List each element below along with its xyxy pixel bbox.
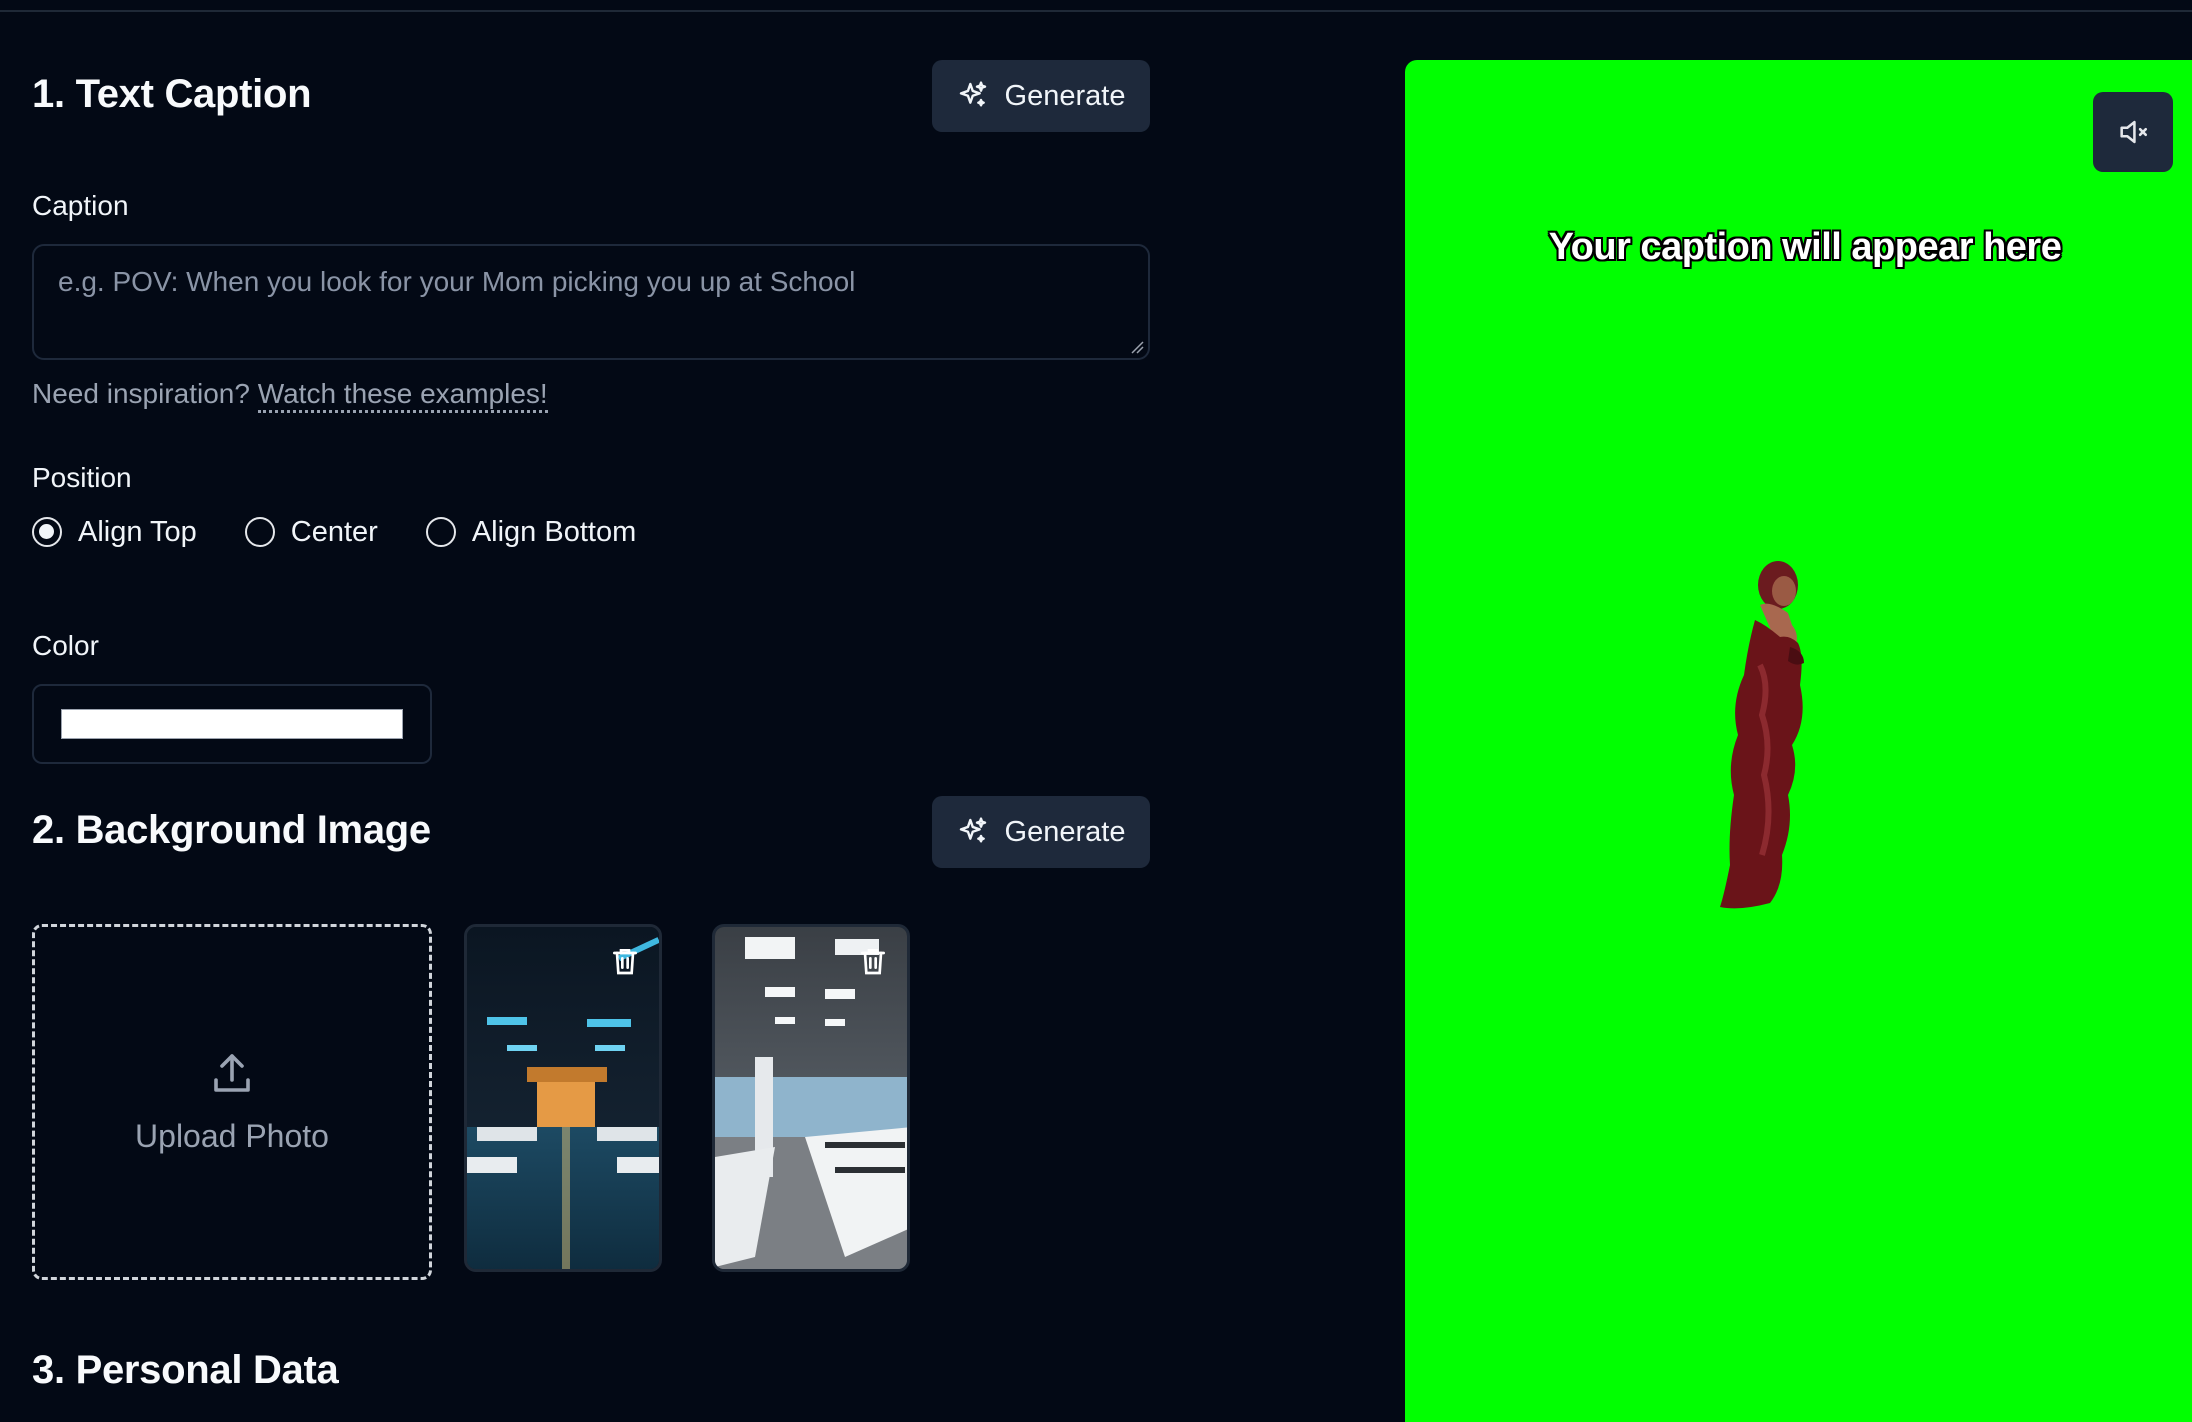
caption-label: Caption xyxy=(32,190,129,221)
inspiration-hint: Need inspiration? Watch these examples! xyxy=(32,378,548,413)
caption-preview-text: Your caption will appear here xyxy=(1548,226,2062,268)
caption-placeholder: e.g. POV: When you look for your Mom pic… xyxy=(58,266,856,297)
trash-icon[interactable] xyxy=(857,945,889,977)
generate-background-label: Generate xyxy=(1004,815,1126,848)
radio-checked-icon xyxy=(32,517,62,547)
radio-unchecked-icon xyxy=(425,517,456,547)
section-title-personal-data: 3. Personal Data xyxy=(32,1348,339,1392)
mute-toggle-button[interactable] xyxy=(2093,92,2173,172)
editor-panel: 1. Text Caption Generate Caption e.g. PO… xyxy=(0,0,1400,1422)
volume-muted-icon xyxy=(2120,120,2148,144)
radio-align-top[interactable]: Align Top xyxy=(32,516,197,549)
watch-examples-link[interactable]: Watch these examples! xyxy=(257,378,548,413)
radio-label: Center xyxy=(290,515,378,548)
office-night-image xyxy=(467,927,659,1269)
inspiration-text: Need inspiration? xyxy=(32,378,250,409)
section-title-background-image: 2. Background Image xyxy=(32,808,431,852)
generate-caption-button[interactable]: Generate xyxy=(932,60,1150,132)
resize-grip-icon[interactable] xyxy=(1130,340,1144,354)
figure-image xyxy=(1720,561,1804,909)
sparkles-icon xyxy=(959,817,986,843)
color-label: Color xyxy=(32,630,99,661)
position-radio-group: Align Top Center Align Bottom xyxy=(32,514,684,550)
radio-center[interactable]: Center xyxy=(244,515,378,549)
upload-icon xyxy=(214,1053,250,1092)
upload-photo-label: Upload Photo xyxy=(135,1117,329,1154)
radio-align-bottom[interactable]: Align Bottom xyxy=(425,515,637,549)
upload-photo-dropzone[interactable]: Upload Photo xyxy=(32,924,432,1280)
radio-unchecked-icon xyxy=(244,517,275,547)
section-title-text-caption: 1. Text Caption xyxy=(32,72,312,116)
caption-textarea[interactable]: e.g. POV: When you look for your Mom pic… xyxy=(32,244,1150,360)
generate-caption-label: Generate xyxy=(1004,79,1126,112)
color-swatch xyxy=(61,709,403,739)
radio-label: Align Bottom xyxy=(471,515,637,548)
sparkles-icon xyxy=(959,81,986,107)
radio-label: Align Top xyxy=(78,515,197,548)
office-daylight-image xyxy=(715,927,907,1269)
background-thumbnail-1[interactable] xyxy=(464,924,662,1272)
trash-icon[interactable] xyxy=(609,945,641,977)
video-preview: Your caption will appear here xyxy=(1405,60,2192,1422)
background-thumbnail-2[interactable] xyxy=(712,924,910,1272)
generate-background-button[interactable]: Generate xyxy=(932,796,1150,868)
color-picker[interactable] xyxy=(32,684,432,764)
position-label: Position xyxy=(32,462,132,493)
